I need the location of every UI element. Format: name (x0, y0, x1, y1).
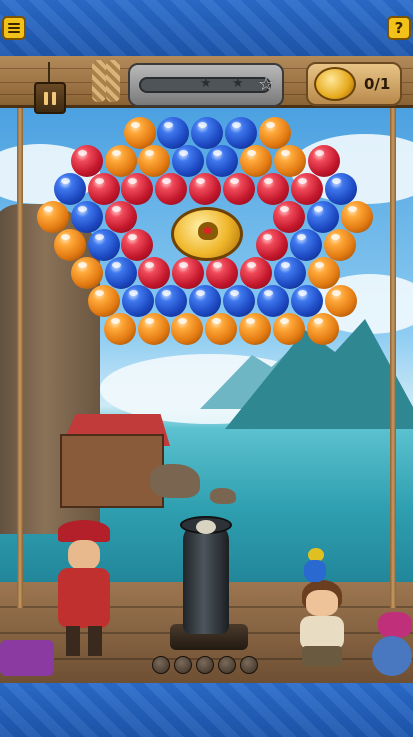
red-bubble (121, 229, 153, 261)
blue-bubble (290, 229, 322, 261)
blue-bubble (122, 285, 154, 317)
menu-icon (8, 23, 20, 33)
red-bubble (223, 173, 255, 205)
pause-icon (44, 91, 48, 105)
blue-bubble (206, 145, 238, 177)
left-rail (17, 108, 23, 608)
goal-panel: 0/1 (306, 62, 402, 106)
ammo-bubble-icon (174, 656, 192, 674)
ammo-bubble-icon (240, 656, 258, 674)
orange-bubble (341, 201, 373, 233)
orange-bubble (325, 285, 357, 317)
orange-bubble (37, 201, 69, 233)
top-bar (0, 0, 413, 56)
rope-decoration (92, 60, 106, 102)
blue-bubble (223, 285, 255, 317)
blue-bubble (172, 145, 204, 177)
gold-coin-icon (314, 67, 356, 101)
blue-bubble (225, 117, 257, 149)
red-bubble (121, 173, 153, 205)
blue-bubble (155, 285, 187, 317)
orange-bubble (104, 313, 136, 345)
treasure-pile (372, 600, 413, 680)
score-progress-panel: ★ ★ ☆ (128, 63, 284, 107)
blue-bubble (189, 285, 221, 317)
blue-bubble (71, 201, 103, 233)
blue-bubble (105, 257, 137, 289)
orange-bubble (307, 313, 339, 345)
red-bubble (189, 173, 221, 205)
pirate-captain-character (44, 520, 124, 660)
red-bubble (256, 229, 288, 261)
orange-bubble (259, 117, 291, 149)
help-icon: ? (394, 19, 404, 37)
hanging-rope (48, 62, 50, 84)
orange-bubble (239, 313, 271, 345)
red-bubble (71, 145, 103, 177)
goal-counter: 0/1 (364, 75, 391, 93)
orange-bubble (105, 145, 137, 177)
orange-bubble (138, 145, 170, 177)
parrot-character (302, 548, 328, 582)
star-icon: ★ (232, 76, 244, 91)
orange-bubble (88, 285, 120, 317)
blue-bubble (307, 201, 339, 233)
red-bubble (88, 173, 120, 205)
rope-decoration (106, 60, 120, 102)
menu-button[interactable] (2, 16, 26, 40)
star-icon: ☆ (258, 74, 275, 95)
blue-bubble (274, 257, 306, 289)
orange-bubble (171, 313, 203, 345)
red-bubble (206, 257, 238, 289)
orange-bubble (308, 257, 340, 289)
cabin-boy-character (292, 580, 352, 670)
blue-bubble (191, 117, 223, 149)
cannon-icon[interactable] (183, 522, 229, 634)
pause-button[interactable] (34, 82, 66, 114)
treasure-chest (0, 640, 60, 680)
ammo-bubble-icon (196, 656, 214, 674)
red-bubble (273, 201, 305, 233)
blue-bubble (325, 173, 357, 205)
red-bubble (257, 173, 289, 205)
gold-coin-target (171, 207, 243, 261)
help-button[interactable]: ? (387, 16, 411, 40)
orange-bubble (324, 229, 356, 261)
blue-bubble (157, 117, 189, 149)
red-bubble (240, 257, 272, 289)
orange-bubble (138, 313, 170, 345)
orange-bubble (205, 313, 237, 345)
blue-bubble (291, 285, 323, 317)
ammo-bubble-icon (152, 656, 170, 674)
blue-bubble (88, 229, 120, 261)
orange-bubble (54, 229, 86, 261)
orange-bubble (274, 145, 306, 177)
skull-icon (196, 520, 216, 534)
right-rail (390, 108, 396, 608)
red-bubble (308, 145, 340, 177)
orange-bubble (71, 257, 103, 289)
red-bubble (105, 201, 137, 233)
red-bubble (155, 173, 187, 205)
blue-bubble (54, 173, 86, 205)
ammo-bubble-icon (218, 656, 236, 674)
red-bubble (138, 257, 170, 289)
bottom-bar (0, 683, 413, 737)
red-bubble (291, 173, 323, 205)
red-bubble (172, 257, 204, 289)
orange-bubble (273, 313, 305, 345)
star-icon: ★ (200, 76, 212, 91)
orange-bubble (240, 145, 272, 177)
blue-bubble (257, 285, 289, 317)
